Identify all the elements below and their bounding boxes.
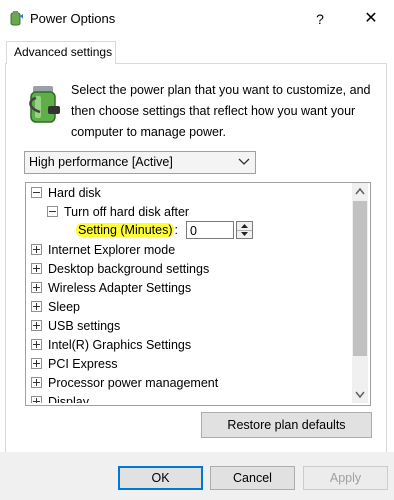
expand-toggle-icon[interactable] xyxy=(31,339,42,351)
power-options-icon xyxy=(10,11,23,26)
intro-text: Select the power plan that you want to c… xyxy=(71,83,371,139)
tree-item-processor-power[interactable]: Processor power management xyxy=(31,374,218,393)
tree-item-label: Wireless Adapter Settings xyxy=(48,281,192,295)
tree-item-desktop-background[interactable]: Desktop background settings xyxy=(31,260,209,279)
setting-colon: : xyxy=(174,223,178,237)
expand-toggle-icon[interactable] xyxy=(31,282,42,294)
tree-item-wireless-adapter[interactable]: Wireless Adapter Settings xyxy=(31,279,191,298)
scrollbar-thumb[interactable] xyxy=(353,201,367,356)
cancel-button[interactable]: Cancel xyxy=(210,466,295,490)
title-bar: Power Options ? ✕ xyxy=(0,0,394,38)
tree-item-label: Desktop background settings xyxy=(48,262,210,276)
scroll-down-icon[interactable] xyxy=(352,386,368,403)
tree-item-sleep[interactable]: Sleep xyxy=(31,298,80,317)
tree-item-usb[interactable]: USB settings xyxy=(31,317,120,336)
minutes-input[interactable]: 0 xyxy=(186,221,234,239)
tree-item-label: USB settings xyxy=(48,319,121,333)
tree-item-label: Sleep xyxy=(48,300,80,314)
tree-item-display[interactable]: Display xyxy=(31,393,89,403)
scroll-up-icon[interactable] xyxy=(352,183,368,200)
tree-item-label: Hard disk xyxy=(48,186,101,200)
expand-toggle-icon[interactable] xyxy=(31,396,42,403)
power-plan-value: High performance [Active] xyxy=(29,155,173,169)
help-button[interactable]: ? xyxy=(306,6,334,32)
ok-button[interactable]: OK xyxy=(118,466,203,490)
setting-minutes-label: Setting (Minutes) xyxy=(76,223,175,237)
tab-advanced-settings[interactable]: Advanced settings xyxy=(6,41,116,64)
stepper-down-icon[interactable] xyxy=(237,230,252,238)
chevron-down-icon xyxy=(238,158,250,165)
power-plan-dropdown[interactable]: High performance [Active] xyxy=(24,151,256,174)
expand-toggle-icon[interactable] xyxy=(31,244,42,256)
apply-button[interactable]: Apply xyxy=(303,466,388,490)
tree-item-turn-off-hard-disk[interactable]: Turn off hard disk after xyxy=(47,203,189,222)
minutes-stepper[interactable] xyxy=(236,221,253,239)
tree-item-label: Turn off hard disk after xyxy=(64,205,190,219)
collapse-toggle-icon[interactable] xyxy=(47,206,58,218)
window-title: Power Options xyxy=(30,11,116,26)
expand-toggle-icon[interactable] xyxy=(31,377,42,389)
tree-item-pci-express[interactable]: PCI Express xyxy=(31,355,117,374)
battery-icon xyxy=(29,86,60,123)
collapse-toggle-icon[interactable] xyxy=(31,187,42,199)
tree-item-display-clip: Display xyxy=(26,392,351,403)
restore-plan-defaults-button[interactable]: Restore plan defaults xyxy=(201,412,372,438)
expand-toggle-icon[interactable] xyxy=(31,358,42,370)
tree-item-label: Intel(R) Graphics Settings xyxy=(48,338,192,352)
close-button[interactable]: ✕ xyxy=(356,6,386,32)
tree-item-internet-explorer[interactable]: Internet Explorer mode xyxy=(31,241,175,260)
tree-item-label: PCI Express xyxy=(48,357,118,371)
tree-item-label: Display xyxy=(48,395,89,403)
expand-toggle-icon[interactable] xyxy=(31,263,42,275)
expand-toggle-icon[interactable] xyxy=(31,320,42,332)
tab-label: Advanced settings xyxy=(14,45,113,59)
tree-item-label: Internet Explorer mode xyxy=(48,243,176,257)
setting-minutes-row: Setting (Minutes): xyxy=(76,221,178,240)
expand-toggle-icon[interactable] xyxy=(31,301,42,313)
tree-item-label: Processor power management xyxy=(48,376,219,390)
tree-item-intel-graphics[interactable]: Intel(R) Graphics Settings xyxy=(31,336,191,355)
tree-item-hard-disk[interactable]: Hard disk xyxy=(31,184,101,203)
